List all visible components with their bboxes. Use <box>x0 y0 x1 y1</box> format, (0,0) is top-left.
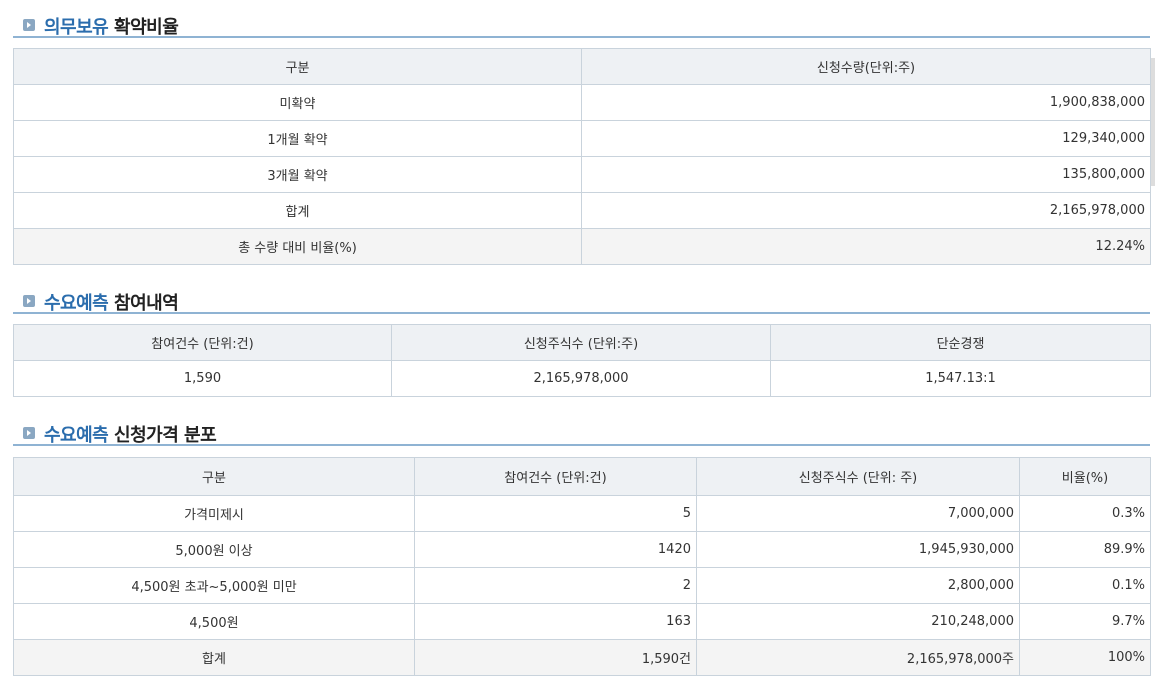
price-band: 4,500원 <box>13 603 415 640</box>
section-lockup-header: 의무보유 확약비율 <box>13 8 1150 38</box>
ratio-value: 100% <box>1019 639 1151 676</box>
column-header: 신청주식수 (단위: 주) <box>696 457 1020 496</box>
row-value: 1,900,838,000 <box>581 84 1151 121</box>
price-band: 5,000원 이상 <box>13 531 415 568</box>
column-header: 참여건수 (단위:건) <box>13 324 392 361</box>
count-value: 163 <box>414 603 697 640</box>
column-header: 참여건수 (단위:건) <box>414 457 697 496</box>
section-participation-header: 수요예측 참여내역 <box>13 284 1150 314</box>
bullet-arrow-icon <box>23 295 35 307</box>
participation-count: 1,590 <box>13 360 392 397</box>
shares-value: 7,000,000 <box>696 495 1020 532</box>
section-title-rest: 확약비율 <box>114 17 179 38</box>
column-header: 비율(%) <box>1019 457 1151 496</box>
section-title-rest: 참여내역 <box>114 293 179 314</box>
table-row: 합계 2,165,978,000 <box>13 192 1151 229</box>
row-value: 2,165,978,000 <box>581 192 1151 229</box>
row-label: 1개월 확약 <box>13 120 582 157</box>
column-header: 신청주식수 (단위:주) <box>391 324 771 361</box>
count-value: 5 <box>414 495 697 532</box>
table-row: 5,000원 이상 1420 1,945,930,000 89.9% <box>13 531 1151 568</box>
price-band: 합계 <box>13 639 415 676</box>
column-header: 구분 <box>13 48 582 85</box>
shares-value: 2,800,000 <box>696 567 1020 604</box>
table-row: 미확약 1,900,838,000 <box>13 84 1151 121</box>
column-header: 신청수량(단위:주) <box>581 48 1151 85</box>
table-header-row: 참여건수 (단위:건) 신청주식수 (단위:주) 단순경쟁 <box>13 324 1151 361</box>
section-participation-title: 수요예측 참여내역 <box>44 289 179 315</box>
count-value: 1420 <box>414 531 697 568</box>
ratio-value: 9.7% <box>1019 603 1151 640</box>
table-row: 가격미제시 5 7,000,000 0.3% <box>13 495 1151 532</box>
section-title-accent: 의무보유 <box>44 17 109 38</box>
table-row-total: 합계 1,590건 2,165,978,000주 100% <box>13 639 1151 676</box>
column-header: 구분 <box>13 457 415 496</box>
shares-value: 1,945,930,000 <box>696 531 1020 568</box>
ratio-value: 89.9% <box>1019 531 1151 568</box>
ratio-value: 0.3% <box>1019 495 1151 532</box>
table-row: 4,500원 163 210,248,000 9.7% <box>13 603 1151 640</box>
section-title-accent: 수요예측 <box>44 425 109 446</box>
participation-table: 참여건수 (단위:건) 신청주식수 (단위:주) 단순경쟁 1,590 2,16… <box>13 324 1151 397</box>
table-row: 1,590 2,165,978,000 1,547.13:1 <box>13 360 1151 397</box>
distribution-table: 구분 참여건수 (단위:건) 신청주식수 (단위: 주) 비율(%) 가격미제시… <box>13 457 1151 676</box>
shares-value: 210,248,000 <box>696 603 1020 640</box>
shares-value: 2,165,978,000주 <box>696 639 1020 676</box>
lockup-table: 구분 신청수량(단위:주) 미확약 1,900,838,000 1개월 확약 1… <box>13 48 1151 265</box>
count-value: 1,590건 <box>414 639 697 676</box>
table-row: 3개월 확약 135,800,000 <box>13 156 1151 193</box>
column-header: 단순경쟁 <box>770 324 1151 361</box>
competition-ratio: 1,547.13:1 <box>770 360 1151 397</box>
row-value: 129,340,000 <box>581 120 1151 157</box>
participation-shares: 2,165,978,000 <box>391 360 771 397</box>
row-label: 총 수량 대비 비율(%) <box>13 228 582 265</box>
ratio-value: 0.1% <box>1019 567 1151 604</box>
row-label: 합계 <box>13 192 582 229</box>
table-row: 1개월 확약 129,340,000 <box>13 120 1151 157</box>
count-value: 2 <box>414 567 697 604</box>
table-row: 4,500원 초과~5,000원 미만 2 2,800,000 0.1% <box>13 567 1151 604</box>
price-band: 가격미제시 <box>13 495 415 532</box>
section-lockup-title: 의무보유 확약비율 <box>44 13 179 39</box>
page-edge <box>1151 58 1155 186</box>
bullet-arrow-icon <box>23 19 35 31</box>
row-label: 미확약 <box>13 84 582 121</box>
section-distribution-header: 수요예측 신청가격 분포 <box>13 416 1150 446</box>
table-header-row: 구분 신청수량(단위:주) <box>13 48 1151 85</box>
row-value: 135,800,000 <box>581 156 1151 193</box>
table-header-row: 구분 참여건수 (단위:건) 신청주식수 (단위: 주) 비율(%) <box>13 457 1151 496</box>
section-title-rest: 신청가격 분포 <box>114 425 217 446</box>
row-label: 3개월 확약 <box>13 156 582 193</box>
price-band: 4,500원 초과~5,000원 미만 <box>13 567 415 604</box>
section-title-accent: 수요예측 <box>44 293 109 314</box>
section-distribution-title: 수요예측 신청가격 분포 <box>44 421 217 447</box>
table-row-ratio: 총 수량 대비 비율(%) 12.24% <box>13 228 1151 265</box>
bullet-arrow-icon <box>23 427 35 439</box>
row-value: 12.24% <box>581 228 1151 265</box>
